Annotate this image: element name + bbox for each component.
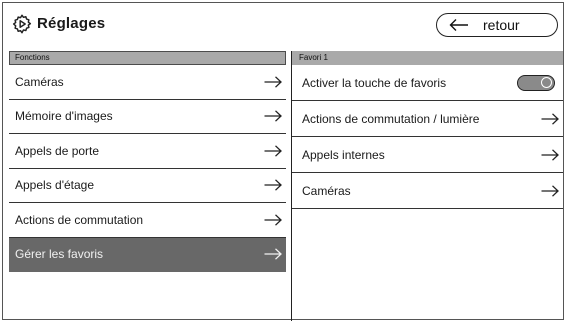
toggle-knob [541,77,552,88]
back-button[interactable]: retour [436,13,558,37]
menu-item-label: Appels de porte [15,143,100,158]
favorite-item-label: Caméras [302,183,351,198]
header: Réglages retour [3,3,563,45]
menu-item-label: Caméras [15,74,64,89]
arrow-right-icon [541,112,559,125]
functions-heading: Fonctions [9,51,286,65]
menu-item-cameras[interactable]: Caméras [9,65,286,100]
menu-item-label: Actions de commutation [15,212,144,227]
arrow-right-icon [264,110,282,122]
arrow-right-icon [264,179,282,191]
favorite-item-label: Appels internes [302,147,385,162]
page-title: Réglages [37,15,106,32]
menu-item-floor-calls[interactable]: Appels d'étage [9,168,286,203]
menu-item-manage-favorites[interactable]: Gérer les favoris [9,237,286,272]
favorite-heading: Favori 1 [292,51,563,65]
settings-screen: Réglages retour Fonctions Caméras Mémoir… [2,2,564,321]
arrow-right-icon [541,148,559,161]
menu-item-switching-actions[interactable]: Actions de commutation [9,203,286,238]
favorite-panel: Favori 1 Activer la touche de favoris Ac… [291,51,563,321]
arrow-right-icon [264,145,282,157]
gear-icon [12,14,32,34]
favorite-item-switching-light[interactable]: Actions de commutation / lumière [292,101,563,137]
menu-item-door-calls[interactable]: Appels de porte [9,134,286,169]
menu-item-image-memory[interactable]: Mémoire d'images [9,99,286,134]
favorite-item-enable-key: Activer la touche de favoris [292,65,563,101]
menu-item-label: Appels d'étage [15,178,95,193]
favorite-key-toggle[interactable] [517,74,555,91]
arrow-right-icon [264,76,282,88]
favorite-item-cameras[interactable]: Caméras [292,173,563,209]
favorite-item-label: Activer la touche de favoris [302,75,447,90]
back-button-label: retour [483,17,520,33]
menu-item-label: Gérer les favoris [15,247,104,262]
arrow-right-icon [264,248,282,260]
functions-panel: Fonctions Caméras Mémoire d'images Appel… [9,51,286,319]
favorite-item-label: Actions de commutation / lumière [302,111,480,126]
menu-item-label: Mémoire d'images [15,109,113,124]
arrow-right-icon [541,184,559,197]
favorite-item-internal-calls[interactable]: Appels internes [292,137,563,173]
arrow-left-icon [449,19,468,31]
arrow-right-icon [264,214,282,226]
